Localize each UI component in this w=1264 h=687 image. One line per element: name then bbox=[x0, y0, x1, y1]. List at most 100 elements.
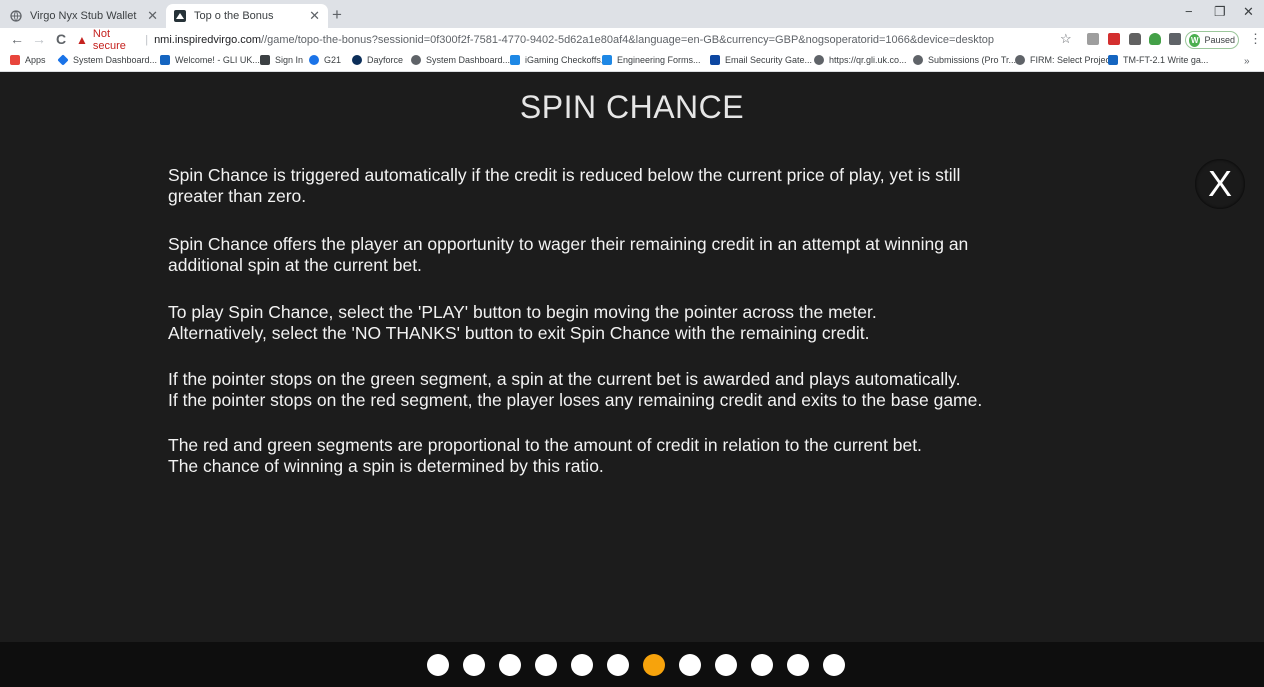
window-close-icon[interactable]: ✕ bbox=[1243, 4, 1254, 20]
page-dot-active[interactable] bbox=[643, 654, 665, 676]
help-paragraph: The red and green segments are proportio… bbox=[168, 435, 1108, 477]
bookmark-label: Email Security Gate... bbox=[725, 55, 813, 65]
bookmark-item[interactable]: System Dashboard... bbox=[411, 55, 510, 65]
minimize-icon[interactable]: − bbox=[1185, 4, 1193, 19]
help-line: If the pointer stops on the red segment,… bbox=[168, 390, 983, 410]
tab-top-o-the-bonus[interactable]: Top o the Bonus ✕ bbox=[166, 4, 328, 28]
page-dot[interactable] bbox=[679, 654, 701, 676]
page-dot[interactable] bbox=[787, 654, 809, 676]
bookmark-item[interactable]: G21 bbox=[309, 55, 341, 65]
page-dot[interactable] bbox=[499, 654, 521, 676]
restore-icon[interactable]: ❐ bbox=[1214, 4, 1226, 20]
help-paragraph: Spin Chance offers the player an opportu… bbox=[168, 234, 1108, 276]
bookmark-label: G21 bbox=[324, 55, 342, 65]
help-line: To play Spin Chance, select the 'PLAY' b… bbox=[168, 302, 877, 322]
bookmark-label: Dayforce bbox=[367, 55, 404, 65]
bookmark-item[interactable]: https://qr.gli.uk.co... bbox=[814, 55, 907, 65]
help-line: Spin Chance offers the player an opportu… bbox=[168, 234, 969, 254]
warning-triangle-icon[interactable]: ▲ bbox=[76, 33, 88, 47]
globe-icon bbox=[814, 55, 824, 65]
tab-virgo-nyx-stub-wallet[interactable]: Virgo Nyx Stub Wallet ✕ bbox=[2, 4, 166, 28]
bookmark-favicon-icon bbox=[57, 54, 69, 66]
bookmark-favicon-icon bbox=[160, 55, 170, 65]
bookmark-label: Engineering Forms... bbox=[617, 55, 701, 65]
bookmark-label: Welcome! - GLI UK... bbox=[175, 55, 260, 65]
bookmark-label: System Dashboard... bbox=[73, 55, 158, 65]
close-help-button[interactable]: X bbox=[1195, 159, 1245, 209]
bookmark-item[interactable]: Sign In bbox=[260, 55, 303, 65]
page-dot[interactable] bbox=[535, 654, 557, 676]
bookmark-favicon-icon bbox=[1108, 55, 1118, 65]
help-line: The chance of winning a spin is determin… bbox=[168, 456, 604, 476]
qr-extension-icon[interactable] bbox=[1087, 33, 1099, 45]
bookmark-item[interactable]: Dayforce bbox=[352, 55, 403, 65]
bookmark-item[interactable]: Engineering Forms... bbox=[602, 55, 701, 65]
forward-arrow-icon[interactable]: → bbox=[32, 31, 46, 47]
page-indicator-bar bbox=[0, 642, 1264, 687]
browser-tab-strip: Virgo Nyx Stub Wallet ✕ Top o the Bonus … bbox=[0, 0, 1264, 28]
bookmark-star-icon[interactable]: ☆ bbox=[1060, 31, 1072, 47]
bookmark-item[interactable]: iGaming Checkoffs... bbox=[510, 55, 608, 65]
globe-icon bbox=[913, 55, 923, 65]
bookmark-label: https://qr.gli.uk.co... bbox=[829, 55, 907, 65]
bookmark-label: TM-FT-2.1 Write ga... bbox=[1123, 55, 1209, 65]
profile-status: Paused bbox=[1204, 35, 1235, 45]
pdf-extension-icon[interactable] bbox=[1108, 33, 1120, 45]
page-dot[interactable] bbox=[751, 654, 773, 676]
tab-title: Top o the Bonus bbox=[194, 10, 274, 22]
profile-avatar: W bbox=[1189, 33, 1201, 47]
close-label: X bbox=[1207, 163, 1232, 204]
help-paragraph: Spin Chance is triggered automatically i… bbox=[168, 165, 1108, 207]
bookmark-label: Apps bbox=[25, 55, 46, 65]
page-dot[interactable] bbox=[715, 654, 737, 676]
page-dot[interactable] bbox=[607, 654, 629, 676]
page-dot[interactable] bbox=[571, 654, 593, 676]
bookmark-label: FIRM: Select Project bbox=[1030, 55, 1113, 65]
url-path: //game/topo-the-bonus?sessionid=0f300f2f… bbox=[261, 34, 994, 46]
lock-icon bbox=[260, 55, 270, 65]
bookmark-favicon-icon bbox=[411, 55, 421, 65]
help-line: Alternatively, select the 'NO THANKS' bu… bbox=[168, 323, 870, 343]
bookmark-apps[interactable]: Apps bbox=[10, 55, 46, 65]
bookmark-favicon-icon bbox=[510, 55, 520, 65]
apps-grid-icon bbox=[10, 55, 20, 65]
globe-icon bbox=[10, 10, 22, 22]
lock-extension-icon[interactable] bbox=[1129, 33, 1141, 45]
help-line: greater than zero. bbox=[168, 186, 307, 206]
page-dot[interactable] bbox=[823, 654, 845, 676]
security-status[interactable]: Not secure bbox=[93, 28, 139, 52]
url-host: nmi.inspiredvirgo.com bbox=[154, 34, 262, 46]
help-paragraph: To play Spin Chance, select the 'PLAY' b… bbox=[168, 302, 1108, 344]
profile-button[interactable]: W Paused bbox=[1185, 31, 1239, 49]
page-dot[interactable] bbox=[427, 654, 449, 676]
tab-title: Virgo Nyx Stub Wallet bbox=[30, 10, 137, 22]
new-tab-button[interactable]: + bbox=[332, 5, 342, 25]
bookmark-label: System Dashboard... bbox=[426, 55, 511, 65]
bookmark-favicon-icon bbox=[352, 55, 362, 65]
tab-close-icon[interactable]: ✕ bbox=[147, 8, 158, 24]
shield-extension-icon[interactable] bbox=[1149, 33, 1161, 45]
tab-close-icon[interactable]: ✕ bbox=[309, 8, 320, 24]
reload-icon[interactable]: C bbox=[56, 31, 66, 47]
bookmarks-bar: Apps System Dashboard... Welcome! - GLI … bbox=[0, 52, 1264, 72]
help-line: The red and green segments are proportio… bbox=[168, 435, 922, 455]
bookmark-favicon-icon bbox=[710, 55, 720, 65]
bookmark-item[interactable]: System Dashboard... bbox=[57, 54, 158, 66]
back-arrow-icon[interactable]: ← bbox=[10, 31, 24, 47]
bookmark-item[interactable]: Submissions (Pro Tr... bbox=[913, 55, 1016, 65]
bookmark-item[interactable]: TM-FT-2.1 Write ga... bbox=[1108, 55, 1208, 65]
bookmark-item[interactable]: Email Security Gate... bbox=[710, 55, 812, 65]
game-favicon-icon bbox=[174, 10, 186, 22]
globe-icon bbox=[1015, 55, 1025, 65]
puzzle-extensions-icon[interactable] bbox=[1169, 33, 1181, 45]
bookmark-favicon-icon bbox=[602, 55, 612, 65]
help-paragraph: If the pointer stops on the green segmen… bbox=[168, 369, 1108, 411]
address-separator: | bbox=[145, 34, 149, 46]
bookmark-item[interactable]: FIRM: Select Project bbox=[1015, 55, 1113, 65]
page-dots bbox=[427, 654, 859, 676]
page-dot[interactable] bbox=[463, 654, 485, 676]
address-bar[interactable]: ▲ Not secure | nmi.inspiredvirgo.com //g… bbox=[76, 28, 994, 52]
bookmark-item[interactable]: Welcome! - GLI UK... bbox=[160, 55, 260, 65]
browser-menu-icon[interactable]: ⋮ bbox=[1249, 31, 1262, 47]
bookmarks-overflow-icon[interactable]: » bbox=[1244, 56, 1250, 67]
